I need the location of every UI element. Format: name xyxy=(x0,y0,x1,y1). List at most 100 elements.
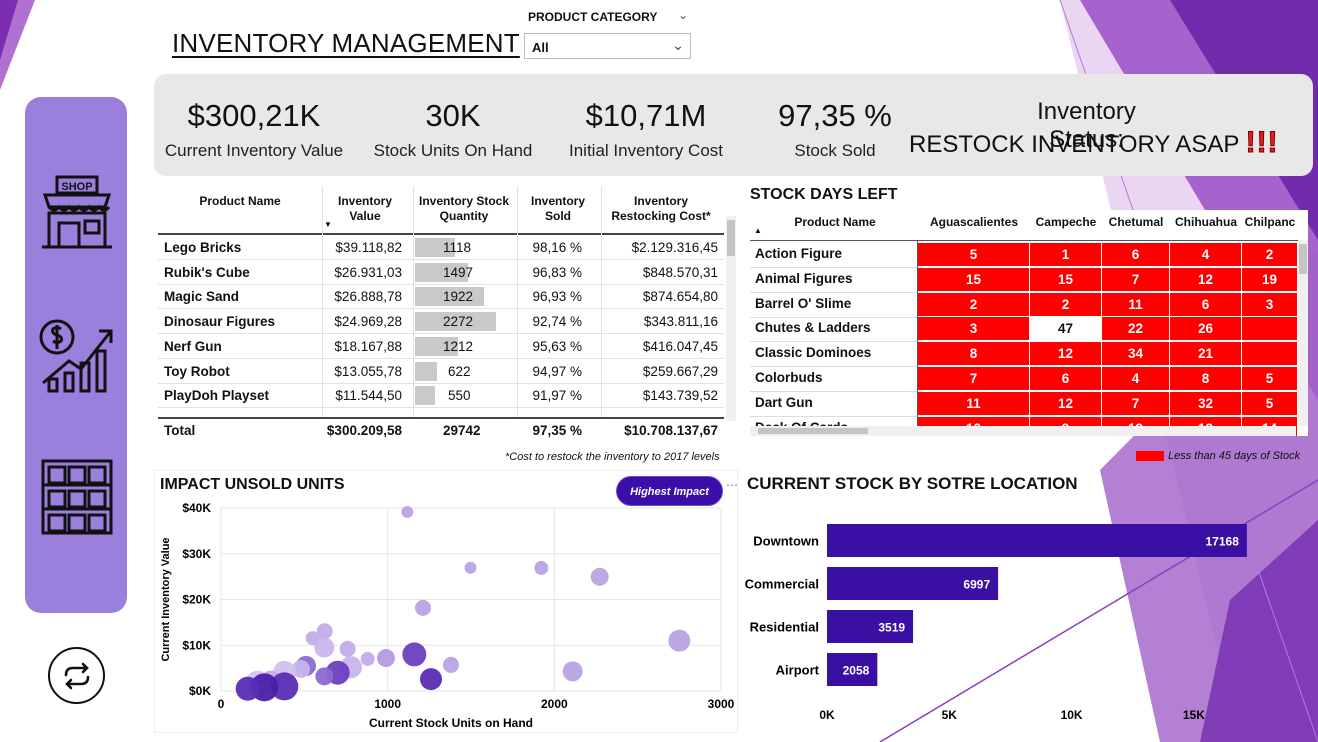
stock-quantity: 1922 xyxy=(443,289,474,305)
column-header-stock-quantity[interactable]: Inventory Stock Quantity xyxy=(414,194,514,224)
warehouse-shelves-icon[interactable] xyxy=(39,459,115,535)
matrix-row-label[interactable]: Chutes & Ladders xyxy=(755,320,871,335)
sort-descending-icon[interactable]: ▼ xyxy=(324,220,332,229)
matrix-cell[interactable]: 4 xyxy=(1102,367,1170,391)
y-tick-label: $10K xyxy=(182,638,211,652)
restocking-cost: $2.129.316,45 xyxy=(631,240,718,255)
column-header-inventory-value[interactable]: Inventory Value xyxy=(323,194,407,224)
scatter-point xyxy=(401,506,414,519)
matrix-cell[interactable]: 4 xyxy=(1170,243,1242,267)
matrix-row-label[interactable]: Colorbuds xyxy=(755,370,823,385)
column-header-location[interactable]: Chihuahua xyxy=(1170,215,1242,229)
matrix-cell[interactable] xyxy=(1242,317,1298,342)
restocking-cost: $259.667,29 xyxy=(642,363,718,379)
matrix-row-label[interactable]: Animal Figures xyxy=(755,271,853,286)
horizontal-scrollbar[interactable] xyxy=(750,426,1296,436)
growth-chart-icon[interactable] xyxy=(39,317,115,393)
matrix-cell[interactable]: 12 xyxy=(1030,391,1102,416)
scatter-point xyxy=(315,667,334,686)
matrix-cell[interactable]: 15 xyxy=(1030,267,1102,292)
table-row[interactable]: Lego Bricks $39.118,82 1118 98,16 % $2.129.3… xyxy=(158,236,724,260)
matrix-cell[interactable]: 12 xyxy=(1030,342,1102,367)
scatter-point xyxy=(443,656,459,673)
matrix-cell[interactable]: 32 xyxy=(1170,391,1242,416)
scatter-point xyxy=(668,629,691,652)
column-header-product-name[interactable]: Product Name xyxy=(178,194,302,209)
kpi-value: $10,71M xyxy=(585,98,707,133)
inventory-status-value: RESTOCK INVENTORY ASAP !!! xyxy=(909,126,1279,160)
matrix-cell[interactable]: 3 xyxy=(1242,292,1298,317)
matrix-cell[interactable]: 6 xyxy=(1102,243,1170,267)
bar-value-label: 17168 xyxy=(1206,535,1240,549)
product-table: Product Name Inventory Value ▼ Inventory… xyxy=(158,186,736,441)
quantity-bar xyxy=(415,386,435,406)
matrix-cell[interactable]: 47 xyxy=(1030,317,1102,342)
table-row[interactable]: Rubik's Cube $26.931,03 1497 96,83 % $848.57… xyxy=(158,261,724,285)
matrix-cell[interactable]: 8 xyxy=(918,342,1030,367)
matrix-cell[interactable]: 21 xyxy=(1170,342,1242,367)
kpi-label: Current Inventory Value xyxy=(164,141,344,160)
matrix-cell[interactable]: 22 xyxy=(1102,317,1170,342)
matrix-cell[interactable]: 19 xyxy=(1242,267,1298,292)
matrix-cell[interactable]: 7 xyxy=(918,367,1030,391)
matrix-cell[interactable]: 15 xyxy=(918,267,1030,292)
category-filter-label: PRODUCT CATEGORY xyxy=(528,10,658,24)
inventory-sold: 96,83 % xyxy=(532,264,582,280)
matrix-cell[interactable]: 12 xyxy=(1170,267,1242,292)
table-scrollbar[interactable] xyxy=(726,216,736,421)
column-header-restocking-cost[interactable]: Inventory Restocking Cost* xyxy=(602,194,720,224)
matrix-cell[interactable]: 1 xyxy=(1030,243,1102,267)
matrix-cell[interactable]: 34 xyxy=(1102,342,1170,367)
column-header-location[interactable]: Campeche xyxy=(1030,215,1102,229)
matrix-cell[interactable] xyxy=(1242,342,1298,367)
column-header-product-name[interactable]: Product Name xyxy=(768,215,902,229)
matrix-row-label[interactable]: Dart Gun xyxy=(755,395,813,410)
bar-category-label: Residential xyxy=(750,620,819,635)
category-select[interactable]: All ⌄ xyxy=(524,33,691,59)
matrix-row-label[interactable]: Barrel O' Slime xyxy=(755,296,851,311)
x-tick-label: 5K xyxy=(942,708,958,722)
table-row[interactable]: Dinosaur Figures $24.969,28 2272 92,74 % $34… xyxy=(158,310,724,335)
inventory-value: $26.888,78 xyxy=(334,289,402,305)
inventory-value: $13.055,78 xyxy=(334,363,402,379)
matrix-cell[interactable]: 2 xyxy=(918,292,1030,317)
column-header-location[interactable]: Aguascalientes xyxy=(918,215,1030,229)
table-row[interactable]: Toy Robot $13.055,78 622 94,97 % $259.667,29 xyxy=(158,360,724,384)
matrix-cell[interactable]: 6 xyxy=(1030,367,1102,391)
matrix-cell[interactable]: 2 xyxy=(1030,292,1102,317)
shop-icon[interactable]: SHOP xyxy=(39,175,115,251)
matrix-cell[interactable]: 6 xyxy=(1170,292,1242,317)
stock-days-title: STOCK DAYS LEFT xyxy=(750,186,898,203)
scatter-point xyxy=(360,651,375,666)
column-header-location[interactable]: Chetumal xyxy=(1102,215,1170,229)
kpi-value: $300,21K xyxy=(187,98,321,133)
matrix-cell[interactable]: 7 xyxy=(1102,267,1170,292)
matrix-cell[interactable]: 8 xyxy=(1170,367,1242,391)
table-row[interactable]: PlayDoh Playset $11.544,50 550 91,97 % $143.… xyxy=(158,384,724,409)
y-tick-label: $40K xyxy=(182,501,211,515)
vertical-scrollbar[interactable] xyxy=(1298,240,1308,426)
quantity-bar xyxy=(415,361,438,381)
matrix-cell[interactable]: 5 xyxy=(1242,367,1298,391)
matrix-cell[interactable]: 5 xyxy=(1242,391,1298,416)
refresh-button[interactable] xyxy=(48,647,105,704)
table-row[interactable]: Nerf Gun $18.167,88 1212 95,63 % $416.047,45 xyxy=(158,335,724,359)
matrix-cell[interactable]: 3 xyxy=(918,317,1030,342)
matrix-cell[interactable]: 7 xyxy=(1102,391,1170,416)
matrix-cell[interactable]: 2 xyxy=(1242,243,1298,267)
matrix-row-label[interactable]: Classic Dominoes xyxy=(755,345,871,360)
matrix-cell[interactable]: 26 xyxy=(1170,317,1242,342)
impact-unsold-units-panel: IMPACT UNSOLD UNITS Highest Impact ⋯ 0 10… xyxy=(154,470,738,733)
y-tick-label: $20K xyxy=(182,593,211,607)
table-row[interactable]: Magic Sand $26.888,78 1922 96,93 % $874.654,… xyxy=(158,285,724,310)
column-header-inventory-sold[interactable]: Inventory Sold xyxy=(518,194,598,224)
matrix-row-label[interactable]: Action Figure xyxy=(755,246,842,261)
matrix-cell[interactable]: 5 xyxy=(918,243,1030,267)
column-header-location[interactable]: Chilpanc xyxy=(1242,215,1298,229)
matrix-cell[interactable]: 11 xyxy=(918,391,1030,416)
matrix-cell[interactable]: 11 xyxy=(1102,292,1170,317)
restock-footnote: *Cost to restock the inventory to 2017 l… xyxy=(505,451,720,463)
total-label: Total xyxy=(164,423,196,438)
sort-ascending-icon[interactable]: ▲ xyxy=(754,226,762,235)
chevron-down-icon[interactable]: ⌄ xyxy=(678,8,688,22)
